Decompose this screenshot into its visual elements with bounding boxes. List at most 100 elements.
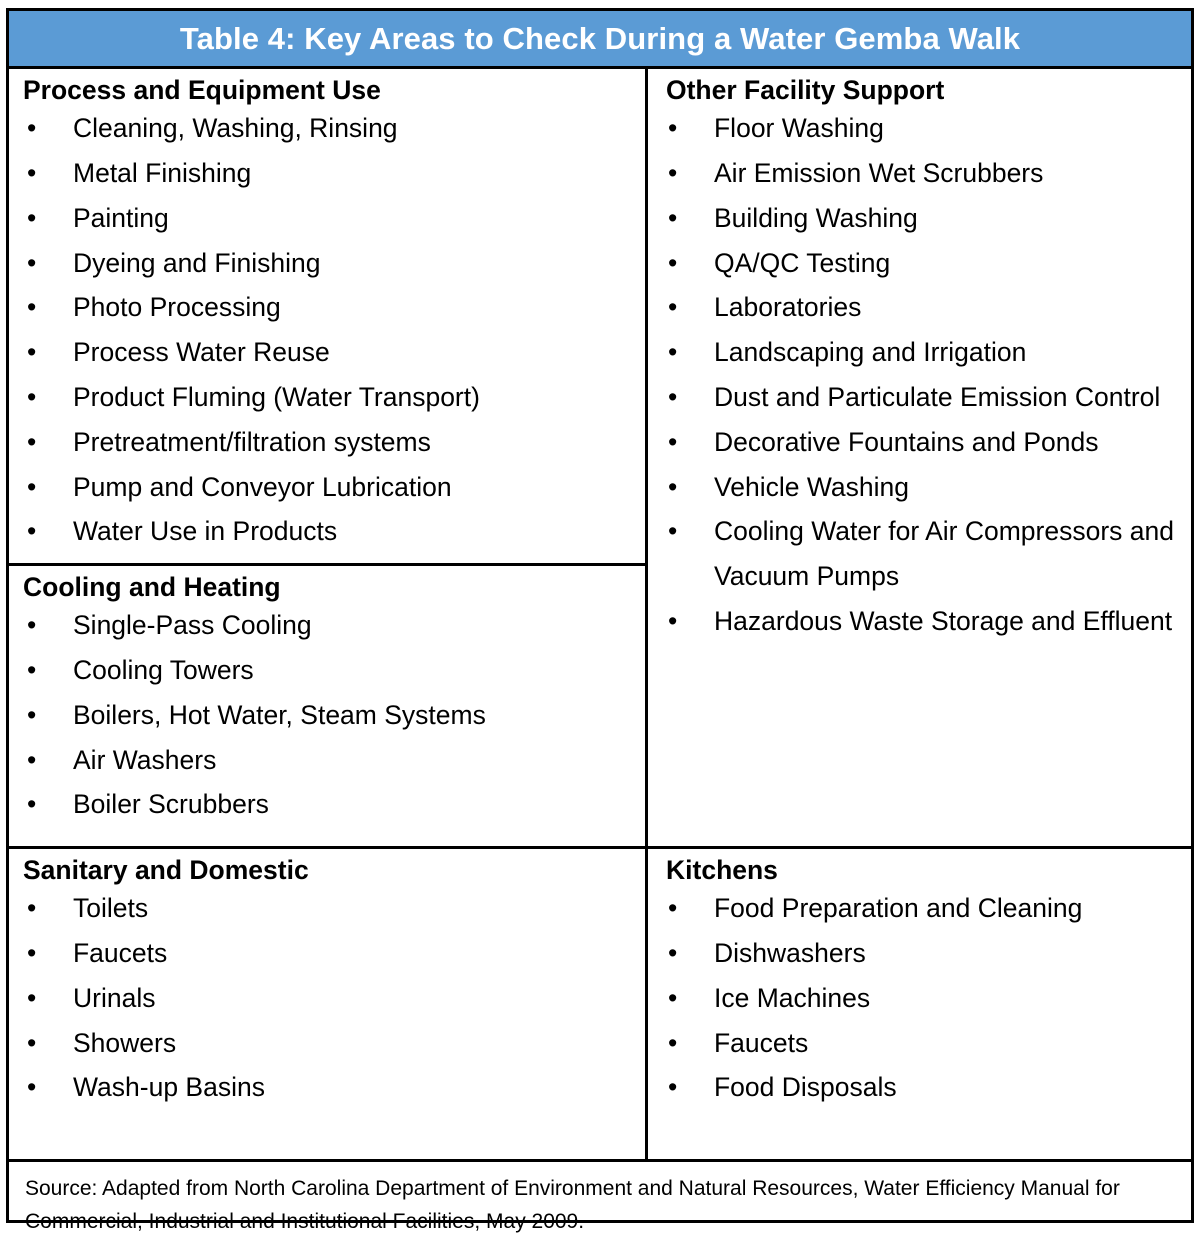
list-item: • Vehicle Washing [650,465,1191,510]
section-heading: Kitchens [666,855,778,885]
list-item: • Urinals [9,976,645,1021]
bullet-icon: • [27,426,37,457]
list-item-label: Painting [73,202,169,233]
list-item-label: Dyeing and Finishing [73,247,321,278]
list-item-label: Cooling Towers [73,655,254,686]
bullet-icon: • [668,113,678,144]
bullet-icon: • [27,1072,37,1103]
list-item-label: Floor Washing [714,113,884,144]
list-item: • Pump and Conveyor Lubrication [9,465,645,510]
section-other-facility-support: Other Facility Support • Floor Washing • A… [648,69,1191,849]
list-item: • Food Preparation and Cleaning [650,886,1191,931]
bullet-icon: • [668,337,678,368]
list-item: • Wash-up Basins [9,1065,645,1110]
list-item: • Dyeing and Finishing [9,241,645,286]
bullet-icon: • [27,158,37,189]
bullet-icon: • [668,1072,678,1103]
bullet-icon: • [668,247,678,278]
table-title: Table 4: Key Areas to Check During a Wat… [179,21,1021,56]
list-item-label: Pretreatment/filtration systems [73,426,431,457]
list-item: • Painting [9,196,645,241]
bullet-icon: • [668,606,678,637]
bullet-icon: • [27,382,37,413]
list-item: • Landscaping and Irrigation [650,330,1191,375]
section-heading: Process and Equipment Use [23,75,381,105]
list-item: • Boilers, Hot Water, Steam Systems [9,693,645,738]
list-item: • Food Disposals [650,1065,1191,1110]
list-item-label: Decorative Fountains and Ponds [714,426,1099,457]
table-source-note: Source: Adapted from North Carolina Depa… [25,1177,1120,1233]
section-item-list: • Food Preparation and Cleaning • Dishwash… [650,886,1191,1110]
list-item-label: Showers [73,1027,177,1058]
section-heading: Sanitary and Domestic [23,855,309,885]
list-item: • Cooling Water for Air Compressors and V… [650,509,1191,599]
list-item-label: Cleaning, Washing, Rinsing [73,113,398,144]
list-item-label: Air Washers [73,744,217,775]
list-item-label: Single-Pass Cooling [73,610,312,641]
list-item: • Air Washers [9,738,645,783]
list-item: • Hazardous Waste Storage and Effluent [650,599,1191,644]
list-item-label: Hazardous Waste Storage and Effluent [714,606,1173,637]
section-heading: Other Facility Support [666,75,945,105]
bullet-icon: • [668,471,678,502]
bullet-icon: • [668,158,678,189]
list-item: • Product Fluming (Water Transport) [9,375,645,420]
bullet-icon: • [668,982,678,1013]
list-item-label: Boiler Scrubbers [73,789,269,820]
list-item-label: Air Emission Wet Scrubbers [714,158,1044,189]
list-item: • Ice Machines [650,976,1191,1021]
list-item-label: Building Washing [714,202,918,233]
list-item-label: QA/QC Testing [714,247,891,278]
list-item-label: Dust and Particulate Emission Control [714,382,1161,413]
bullet-icon: • [27,1027,37,1058]
list-item-label: Dishwashers [714,938,866,969]
list-item: • Air Emission Wet Scrubbers [650,151,1191,196]
list-item-label: Faucets [73,938,168,969]
list-item-label: Food Disposals [714,1072,897,1103]
list-item-label: Photo Processing [73,292,281,323]
section-heading: Cooling and Heating [23,572,281,602]
list-item: • Cooling Towers [9,648,645,693]
bullet-icon: • [27,516,37,547]
bullet-icon: • [27,471,37,502]
list-item: • Single-Pass Cooling [9,603,645,648]
list-item: • Boiler Scrubbers [9,782,645,827]
bullet-icon: • [27,938,37,969]
section-kitchens: Kitchens • Food Preparation and Cleaning … [648,849,1191,1159]
section-sanitary-and-domestic: Sanitary and Domestic • Toilets • Faucets … [9,849,645,1159]
bullet-icon: • [27,789,37,820]
section-item-list: • Floor Washing • Air Emission Wet Scrubbe… [650,106,1191,644]
bullet-icon: • [27,113,37,144]
section-process-and-equipment-use: Process and Equipment Use • Cleaning, Was… [9,69,645,566]
list-item: • Floor Washing [650,106,1191,151]
bullet-icon: • [668,893,678,924]
list-item-label: Vehicle Washing [714,471,909,502]
list-item: • Photo Processing [9,285,645,330]
list-item: • Dishwashers [650,931,1191,976]
bullet-icon: • [27,655,37,686]
section-item-list: • Toilets • Faucets • Urinals • Showers • Was… [9,886,645,1110]
list-item: • Faucets [650,1021,1191,1066]
table-column-left: Process and Equipment Use • Cleaning, Was… [9,69,648,1159]
section-cooling-and-heating: Cooling and Heating • Single-Pass Cooling… [9,566,645,849]
list-item-label: Boilers, Hot Water, Steam Systems [73,699,486,730]
list-item: • Laboratories [650,285,1191,330]
list-item: • Cleaning, Washing, Rinsing [9,106,645,151]
bullet-icon: • [27,337,37,368]
list-item: • Decorative Fountains and Ponds [650,420,1191,465]
list-item: • Dust and Particulate Emission Control [650,375,1191,420]
list-item: • Process Water Reuse [9,330,645,375]
list-item: • Faucets [9,931,645,976]
section-item-list: • Cleaning, Washing, Rinsing • Metal Finis… [9,106,645,554]
bullet-icon: • [27,982,37,1013]
bullet-icon: • [668,516,678,547]
table-body: Process and Equipment Use • Cleaning, Was… [9,69,1191,1162]
list-item-label: Cooling Water for Air Compressors and Va… [714,516,1174,592]
bullet-icon: • [27,610,37,641]
list-item-label: Landscaping and Irrigation [714,337,1027,368]
list-item-label: Process Water Reuse [73,337,330,368]
list-item-label: Faucets [714,1027,809,1058]
list-item-label: Toilets [73,893,149,924]
section-item-list: • Single-Pass Cooling • Cooling Towers • Bo… [9,603,645,827]
list-item-label: Wash-up Basins [73,1072,265,1103]
